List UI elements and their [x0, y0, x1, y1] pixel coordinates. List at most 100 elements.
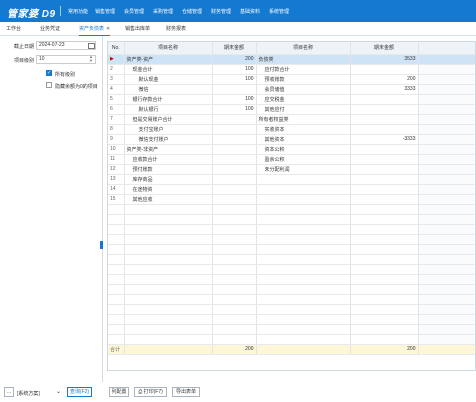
query-button[interactable]: 查询(F2) [67, 387, 92, 397]
header-amount-right[interactable]: 期末金额 [350, 42, 419, 55]
asset-item-name: 默认现金 [124, 74, 213, 85]
columns-button[interactable]: 列配置 [109, 387, 129, 397]
date-label: 截止日期 [13, 44, 34, 50]
table-row[interactable]: 4 微信 会员储值 3333 [108, 84, 475, 95]
menu-warehouse[interactable]: 仓储管理 [182, 8, 202, 15]
empty-cell [256, 254, 351, 265]
table-row[interactable]: ▶ 资产类-资产 200 负债类 3533 [108, 54, 475, 65]
empty-cell [350, 214, 419, 225]
tab-business-voucher[interactable]: 业务凭证 [40, 25, 60, 36]
asset-amount [212, 134, 257, 145]
row-number: 13 [108, 174, 125, 185]
table-row[interactable]: 5 银行存款合计 100 应交税金 [108, 94, 475, 105]
empty-cell [108, 294, 125, 305]
empty-cell [212, 304, 257, 315]
close-icon[interactable]: ✕ [106, 26, 110, 32]
menu-members[interactable]: 会员管理 [124, 8, 144, 15]
level-input[interactable]: 10 [36, 55, 96, 64]
empty-cell [256, 234, 351, 245]
empty-cell [124, 294, 213, 305]
spinner-down-icon[interactable]: ▼ [89, 59, 93, 63]
balance-sheet-grid: No. 项目名称 期末金额 项目名称 期末金额 ▶ 资产类-资产 200 负债类 353… [107, 41, 476, 371]
header-blank [418, 42, 475, 55]
table-row[interactable]: 9 微信支付账户 其他资本 -3333 [108, 134, 475, 145]
panel-collapse-handle[interactable] [100, 241, 103, 249]
empty-cell [350, 264, 419, 275]
empty-cell [418, 214, 475, 225]
empty-cell [212, 214, 257, 225]
scheme-selector[interactable]: [系统方案] [17, 390, 40, 397]
menu-basic-data[interactable]: 基础资料 [240, 8, 260, 15]
liability-item-name: 应付款合计 [256, 64, 351, 75]
export-button[interactable]: 导出表单 [172, 387, 200, 397]
liability-amount [350, 164, 419, 175]
menu-sales[interactable]: 销售管理 [95, 8, 115, 15]
empty-cell [108, 284, 125, 295]
menu-common[interactable]: 常用功能 [68, 8, 88, 15]
calendar-icon[interactable] [88, 43, 95, 49]
chevron-down-icon[interactable]: ⌄ [56, 388, 61, 395]
table-row[interactable]: 3 默认现金 100 预收账款 200 [108, 74, 475, 85]
menu-purchase[interactable]: 采购管理 [153, 8, 173, 15]
blank-cell [418, 94, 475, 105]
empty-row [108, 304, 475, 315]
print-button[interactable]: ⎙ 打印(F7) [134, 387, 167, 397]
empty-cell [256, 264, 351, 275]
table-row[interactable]: 10 资产类-非资产 资本公积 [108, 144, 475, 155]
empty-cell [108, 324, 125, 335]
row-number: 11 [108, 154, 125, 165]
asset-item-name: 支付宝账户 [124, 124, 213, 135]
table-row[interactable]: 2 现金合计 100 应付款合计 [108, 64, 475, 75]
total-blank [418, 344, 475, 355]
liability-amount [350, 184, 419, 195]
table-row[interactable]: 11 应收款合计 盈余公积 [108, 154, 475, 165]
hide-zero-checkbox[interactable] [46, 82, 52, 88]
asset-amount: 100 [212, 74, 257, 85]
table-row[interactable]: 12 预付账款 未分配利润 [108, 164, 475, 175]
print-label: 打印(F7) [143, 389, 163, 395]
date-input[interactable]: 2024-07-23 [36, 41, 96, 50]
empty-cell [418, 284, 475, 295]
tab-financial-report[interactable]: 财务报表 [166, 25, 186, 36]
tab-sales-outbound[interactable]: 销售出库单 [125, 25, 150, 36]
header-item-name-left[interactable]: 项目名称 [124, 42, 213, 55]
empty-cell [212, 224, 257, 235]
show-all-levels-checkbox[interactable]: ✓ [46, 70, 52, 76]
liability-item-name: 会员储值 [256, 84, 351, 95]
empty-cell [418, 324, 475, 335]
table-row[interactable]: 13 库存商品 [108, 174, 475, 185]
header-item-name-right[interactable]: 项目名称 [256, 42, 351, 55]
asset-item-name: 在途物资 [124, 184, 213, 195]
tab-balance-sheet[interactable]: 资产负债表 ✕ [79, 25, 111, 36]
liability-item-name: 实收资本 [256, 124, 351, 135]
row-number: 6 [108, 104, 125, 115]
asset-amount [212, 174, 257, 185]
table-row[interactable]: 8 支付宝账户 实收资本 [108, 124, 475, 135]
liability-amount: 3333 [350, 84, 419, 95]
table-row[interactable]: 15 其他应收 [108, 194, 475, 205]
menu-system[interactable]: 系统管理 [269, 8, 289, 15]
empty-row [108, 224, 475, 235]
menu-finance[interactable]: 财务管理 [211, 8, 231, 15]
blank-cell [418, 84, 475, 95]
empty-cell [418, 234, 475, 245]
empty-cell [350, 204, 419, 215]
table-row[interactable]: 14 在途物资 [108, 184, 475, 195]
row-number: 8 [108, 124, 125, 135]
top-nav-bar: 管家婆 D9 常用功能 销售管理 会员管理 采购管理 仓储管理 财务管理 基础资… [0, 0, 476, 22]
asset-amount [212, 194, 257, 205]
header-amount-left[interactable]: 期末金额 [212, 42, 257, 55]
more-button[interactable]: … [4, 387, 14, 397]
table-row[interactable]: 7 但是交易账户合计 所有者权益类 [108, 114, 475, 125]
tab-workbench[interactable]: 工作台 [6, 25, 21, 36]
asset-item-name: 库存商品 [124, 174, 213, 185]
total-blank [124, 344, 213, 355]
show-all-levels-label: 所有级别 [55, 72, 76, 78]
blank-cell [418, 134, 475, 145]
row-number: 10 [108, 144, 125, 155]
table-row[interactable]: 6 默认银行 100 其他应付 [108, 104, 475, 115]
header-no[interactable]: No. [108, 42, 125, 55]
liability-amount [350, 114, 419, 125]
liability-amount [350, 174, 419, 185]
row-number: 2 [108, 64, 125, 75]
